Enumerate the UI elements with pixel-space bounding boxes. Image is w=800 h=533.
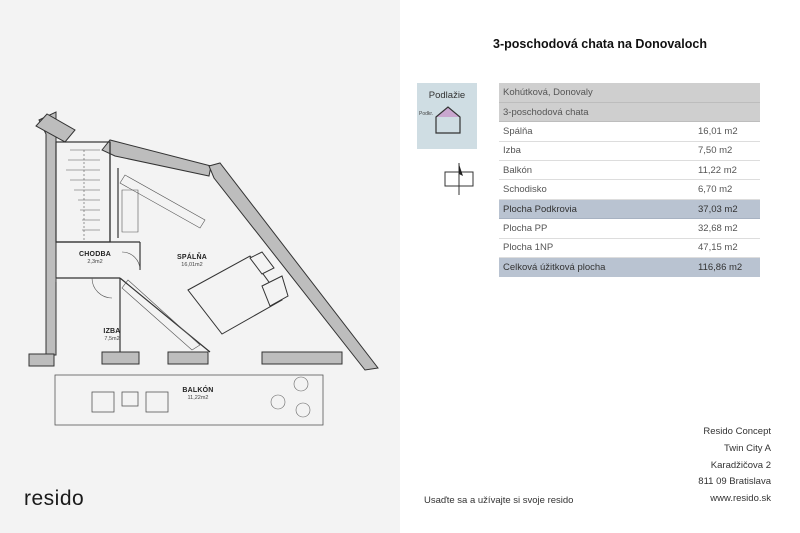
table-row: Balkón 11,22 m2 [499, 160, 760, 181]
room-area-spalna: 16,01m2 [181, 262, 203, 268]
row-value: 6,70 m2 [694, 179, 760, 200]
address-line: 811 09 Bratislava [698, 476, 771, 488]
room-label-spalna: SPÁLŇA [177, 254, 207, 261]
row-label: Schodisko [499, 179, 694, 200]
company-address: Resido Concept Twin City A Karadžičova 2… [698, 424, 771, 508]
slogan: Usaďte sa a užívajte si svoje resido [424, 495, 574, 506]
floor-indicator-card: Podlažie Podkr. [417, 83, 477, 149]
area-table: Kohútková, Donovaly 3-poschodová chata Spá… [499, 83, 760, 277]
row-value [694, 102, 760, 123]
row-label: Spálňa [499, 121, 694, 142]
brand-logo: resido [24, 487, 85, 510]
address-line: Twin City A [724, 442, 771, 454]
room-area-chodba: 2,3m2 [87, 259, 103, 265]
compass-north-icon [444, 163, 474, 195]
row-value: 47,15 m2 [694, 238, 760, 259]
room-label-izba: IZBA [103, 328, 121, 335]
address-line: Resido Concept [703, 426, 771, 437]
row-label: Kohútková, Donovaly [499, 83, 694, 103]
table-row: 3-poschodová chata [499, 102, 760, 123]
table-row: Spálňa 16,01 m2 [499, 121, 760, 142]
row-value: 11,22 m2 [694, 160, 760, 181]
table-row: Plocha 1NP 47,15 m2 [499, 238, 760, 259]
row-value: 32,68 m2 [694, 218, 760, 239]
room-label-balkon: BALKÓN [182, 387, 214, 394]
room-area-balkon: 11,22m2 [187, 395, 209, 401]
row-value [694, 83, 760, 103]
row-label: Izba [499, 141, 694, 162]
table-row: Schodisko 6,70 m2 [499, 179, 760, 200]
row-label: Plocha Podkrovia [499, 199, 694, 220]
room-label-chodba: CHODBA [79, 251, 111, 258]
table-row: Celková úžitková plocha 116,86 m2 [499, 257, 760, 277]
floor-plan-panel: CHODBA 2,3m2 SPÁLŇA 16,01m2 IZBA 7,5m2 B… [0, 0, 400, 533]
room-area-izba: 7,5m2 [104, 336, 120, 342]
row-label: 3-poschodová chata [499, 102, 694, 123]
row-label: Plocha PP [499, 218, 694, 239]
info-panel: 3-poschodová chata na Donovaloch Podlaži… [400, 0, 800, 533]
row-label: Celková úžitková plocha [499, 257, 694, 277]
row-label: Plocha 1NP [499, 238, 694, 259]
table-row: Kohútková, Donovaly [499, 83, 760, 103]
page-title: 3-poschodová chata na Donovaloch [493, 37, 707, 51]
floor-indicator-label: Podlažie [428, 90, 466, 101]
row-value: 37,03 m2 [694, 199, 760, 220]
house-floor-icon [435, 106, 461, 134]
address-line: Karadžičova 2 [710, 459, 771, 471]
floor-indicator-small-label: Podkr. [419, 111, 434, 117]
row-value: 16,01 m2 [694, 121, 760, 142]
row-value: 116,86 m2 [694, 257, 760, 277]
row-label: Balkón [499, 160, 694, 181]
row-value: 7,50 m2 [694, 141, 760, 162]
table-row: Plocha PP 32,68 m2 [499, 218, 760, 239]
website-link[interactable]: www.resido.sk [698, 491, 771, 508]
table-row: Izba 7,50 m2 [499, 141, 760, 162]
table-row: Plocha Podkrovia 37,03 m2 [499, 199, 760, 220]
